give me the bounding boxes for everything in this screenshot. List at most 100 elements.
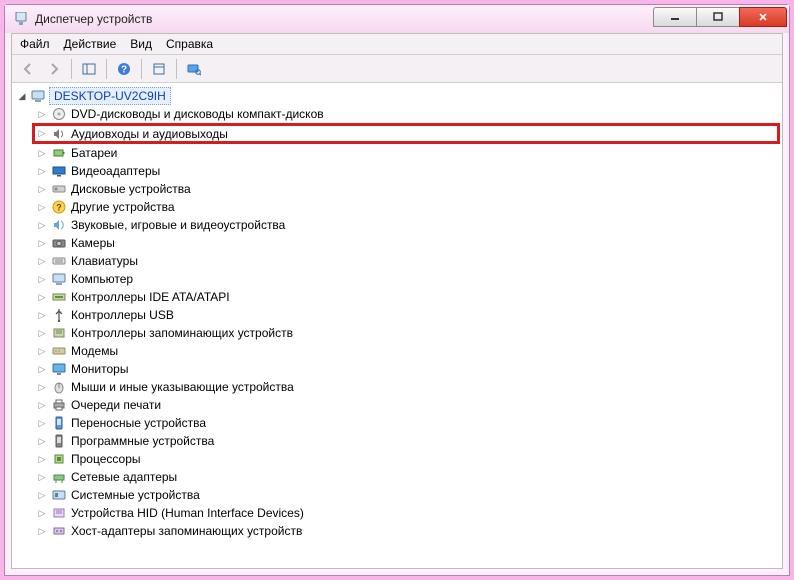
tree-root-node[interactable]: ◢ DESKTOP-UV2C9IH [14, 87, 780, 105]
expand-icon[interactable]: ▷ [36, 400, 48, 411]
tree-node-label: Системные устройства [71, 488, 200, 502]
expand-icon[interactable]: ▷ [36, 490, 48, 501]
tree-node-label: Контроллеры USB [71, 308, 174, 322]
tree-node[interactable]: ▷ DVD-дисководы и дисководы компакт-диско… [32, 105, 780, 123]
expand-icon[interactable]: ▷ [36, 220, 48, 231]
svg-text:?: ? [121, 64, 127, 75]
expand-icon[interactable]: ▷ [36, 310, 48, 321]
software-device-icon [51, 433, 67, 449]
expand-icon[interactable]: ▷ [36, 238, 48, 249]
expand-icon[interactable]: ▷ [36, 364, 48, 375]
mouse-icon [51, 379, 67, 395]
scan-button[interactable] [182, 58, 206, 80]
tree-node[interactable]: ▷Контроллеры IDE ATA/ATAPI [32, 288, 780, 306]
expand-icon[interactable]: ▷ [36, 472, 48, 483]
tree-node[interactable]: ▷ Контроллеры запоминающих устройств [32, 324, 780, 342]
usb-icon [51, 307, 67, 323]
tree-node[interactable]: ▷ Аудиовходы и аудиовыходы [32, 123, 780, 144]
tree-node[interactable]: ▷ Видеоадаптеры [32, 162, 780, 180]
expand-icon[interactable]: ▷ [36, 148, 48, 159]
tree-node[interactable]: ▷Переносные устройства [32, 414, 780, 432]
hid-icon [51, 505, 67, 521]
toolbar-separator [141, 59, 142, 79]
minimize-button[interactable] [653, 7, 697, 27]
tree-node[interactable]: ▷Устройства HID (Human Interface Devices… [32, 504, 780, 522]
tree-node[interactable]: ▷ Программные устройства [32, 432, 780, 450]
titlebar[interactable]: Диспетчер устройств [5, 5, 789, 33]
tree-node-label: Звуковые, игровые и видеоустройства [71, 218, 285, 232]
tree-node[interactable]: ▷ Мыши и иные указывающие устройства [32, 378, 780, 396]
drive-icon [51, 181, 67, 197]
maximize-button[interactable] [696, 7, 740, 27]
tree-node-label: DVD-дисководы и дисководы компакт-дисков [71, 107, 324, 121]
tree-node[interactable]: ▷ Мониторы [32, 360, 780, 378]
tree-node[interactable]: ▷ Компьютер [32, 270, 780, 288]
tree-node-label: Мониторы [71, 362, 128, 376]
expand-icon[interactable]: ▷ [36, 109, 48, 120]
menu-file[interactable]: Файл [20, 37, 50, 51]
expand-icon[interactable]: ▷ [36, 346, 48, 357]
tree-node[interactable]: ▷Сетевые адаптеры [32, 468, 780, 486]
expand-icon[interactable]: ▷ [36, 202, 48, 213]
show-hide-tree-button[interactable] [77, 58, 101, 80]
properties-button[interactable] [147, 58, 171, 80]
tree-node-label: Видеоадаптеры [71, 164, 160, 178]
device-tree[interactable]: ◢ DESKTOP-UV2C9IH ▷ DVD-дисководы и диско… [12, 83, 782, 568]
expand-icon[interactable]: ▷ [36, 382, 48, 393]
expand-icon[interactable]: ▷ [36, 256, 48, 267]
tree-node[interactable]: ▷Дисковые устройства [32, 180, 780, 198]
keyboard-icon [51, 253, 67, 269]
tree-node-label: Программные устройства [71, 434, 214, 448]
expand-icon[interactable]: ▷ [36, 454, 48, 465]
expand-icon[interactable]: ▷ [36, 274, 48, 285]
expand-icon[interactable]: ▷ [36, 328, 48, 339]
expand-icon[interactable]: ▷ [36, 418, 48, 429]
back-button[interactable] [16, 58, 40, 80]
tree-node[interactable]: ▷ Контроллеры USB [32, 306, 780, 324]
menu-view[interactable]: Вид [130, 37, 152, 51]
tree-node[interactable]: ▷ Камеры [32, 234, 780, 252]
expand-icon[interactable]: ▷ [36, 166, 48, 177]
tree-node-label: Контроллеры запоминающих устройств [71, 326, 293, 340]
expand-icon[interactable]: ▷ [36, 184, 48, 195]
camera-icon [51, 235, 67, 251]
window-title: Диспетчер устройств [35, 12, 152, 26]
expand-icon[interactable]: ▷ [36, 526, 48, 537]
tree-node-label: Аудиовходы и аудиовыходы [71, 127, 228, 141]
tree-node[interactable]: ▷ Батареи [32, 144, 780, 162]
expand-icon[interactable]: ▷ [36, 436, 48, 447]
tree-node-label: Модемы [71, 344, 118, 358]
tree-node[interactable]: ▷ Модемы [32, 342, 780, 360]
device-manager-window: Диспетчер устройств Файл Действие Вид Сп… [4, 4, 790, 576]
menubar: Файл Действие Вид Справка [12, 34, 782, 55]
tree-node[interactable]: ▷ Системные устройства [32, 486, 780, 504]
svg-text:?: ? [56, 203, 62, 213]
tree-node-label: Клавиатуры [71, 254, 138, 268]
forward-button[interactable] [42, 58, 66, 80]
tree-node-label: Процессоры [71, 452, 141, 466]
tree-node[interactable]: ▷?Другие устройства [32, 198, 780, 216]
computer-icon [30, 88, 46, 104]
tree-node[interactable]: ▷Хост-адаптеры запоминающих устройств [32, 522, 780, 540]
host-adapter-icon [51, 523, 67, 539]
collapse-icon[interactable]: ◢ [16, 91, 28, 102]
tree-node-label: Батареи [71, 146, 117, 160]
tree-node[interactable]: ▷ Клавиатуры [32, 252, 780, 270]
tree-node[interactable]: ▷Очереди печати [32, 396, 780, 414]
expand-icon[interactable]: ▷ [36, 128, 48, 139]
tree-node-label: Камеры [71, 236, 115, 250]
tree-node[interactable]: ▷ Звуковые, игровые и видеоустройства [32, 216, 780, 234]
menu-action[interactable]: Действие [64, 37, 117, 51]
tree-node-label: Мыши и иные указывающие устройства [71, 380, 294, 394]
tree-node-label: Компьютер [71, 272, 133, 286]
printer-icon [51, 397, 67, 413]
close-button[interactable] [739, 7, 787, 27]
help-button[interactable]: ? [112, 58, 136, 80]
toolbar: ? [12, 55, 782, 83]
tree-node[interactable]: ▷ Процессоры [32, 450, 780, 468]
portable-icon [51, 415, 67, 431]
menu-help[interactable]: Справка [166, 37, 213, 51]
window-body: Файл Действие Вид Справка ? [11, 33, 783, 569]
expand-icon[interactable]: ▷ [36, 508, 48, 519]
expand-icon[interactable]: ▷ [36, 292, 48, 303]
